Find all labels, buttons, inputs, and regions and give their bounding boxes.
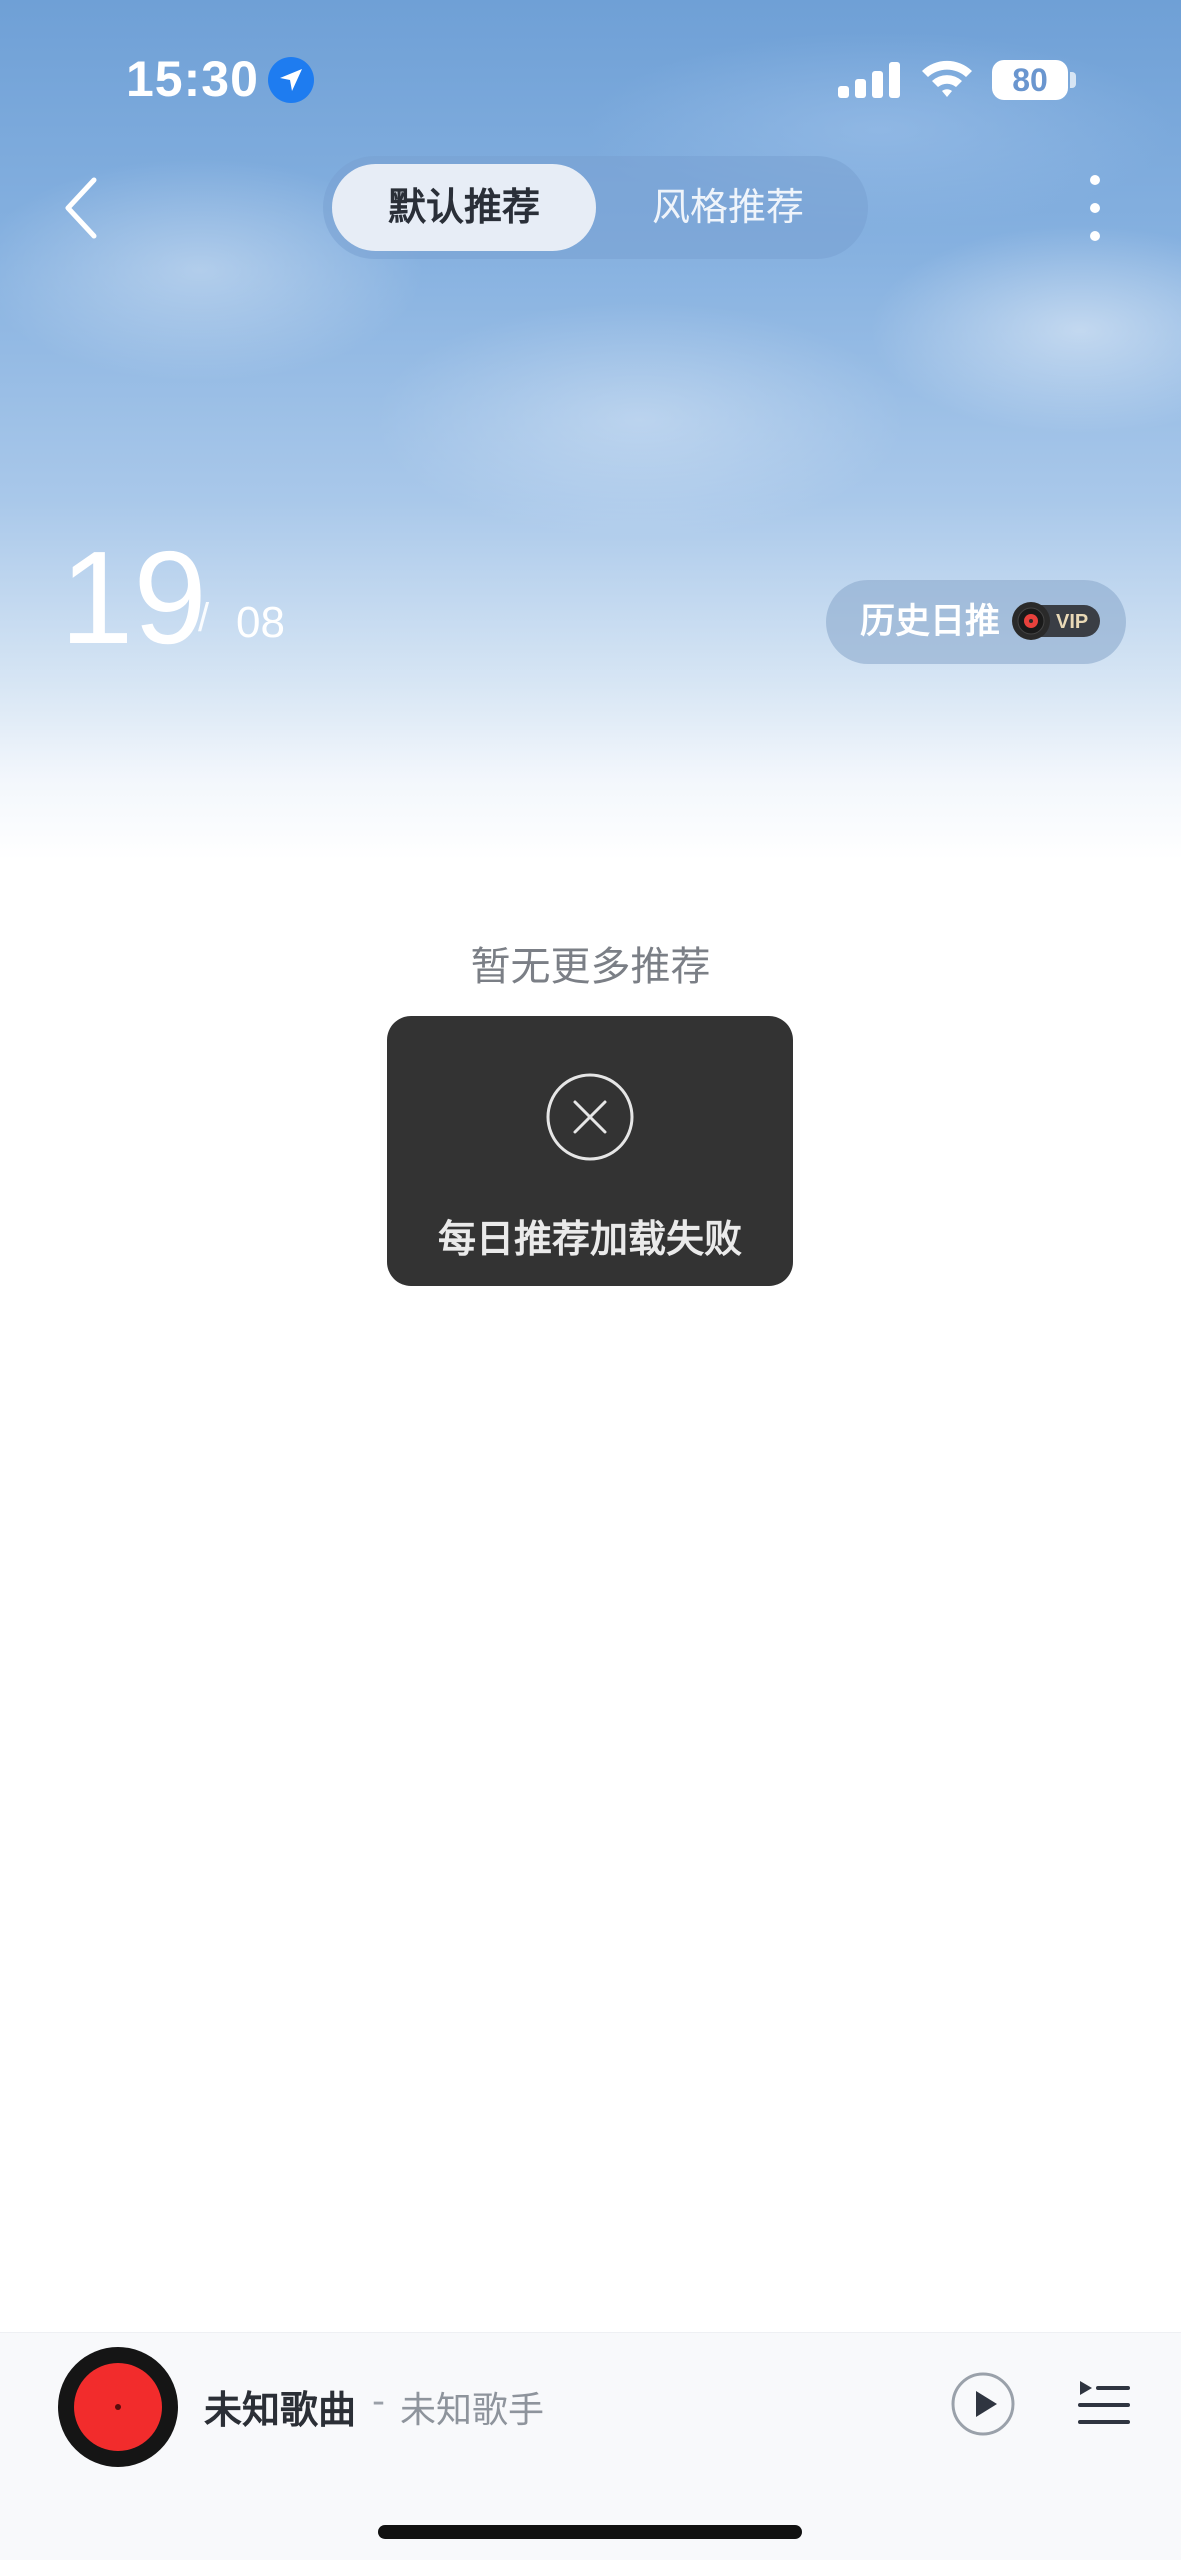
battery-indicator: 80 <box>992 60 1068 100</box>
play-button[interactable] <box>950 2371 1016 2437</box>
date-day: 19 <box>60 524 207 671</box>
sky-background <box>0 0 1181 900</box>
error-toast: 每日推荐加载失败 <box>387 1016 793 1286</box>
back-button[interactable] <box>56 170 116 246</box>
toast-message: 每日推荐加载失败 <box>437 1217 742 1261</box>
playlist-button[interactable] <box>1076 2377 1132 2433</box>
home-indicator[interactable] <box>378 2525 802 2539</box>
song-separator: - <box>372 2381 385 2422</box>
location-arrow-icon <box>268 57 314 103</box>
vip-vinyl-badge: VIP <box>1012 602 1100 640</box>
empty-recommend-message: 暂无更多推荐 <box>470 944 711 990</box>
recommend-tab-switch: 默认推荐 风格推荐 <box>323 156 868 259</box>
disc-hole <box>115 2404 121 2410</box>
disc-label <box>74 2363 162 2451</box>
wifi-icon <box>922 60 972 97</box>
date-separator: / <box>198 596 210 640</box>
cellular-signal-icon <box>838 62 900 98</box>
date-month: 08 <box>236 598 285 647</box>
history-daily-label: 历史日推 <box>860 602 1001 642</box>
song-artist: 未知歌手 <box>400 2390 545 2431</box>
daily-recommend-screen: 15:30 80 默认推荐 风格推荐 19 / 08 历史日推 VIP 暂无更多… <box>0 0 1181 2560</box>
album-disc[interactable] <box>58 2347 178 2467</box>
close-circle-icon <box>546 1073 634 1161</box>
mini-player[interactable]: 未知歌曲 - 未知歌手 <box>0 2332 1181 2560</box>
vip-badge-text: VIP <box>1056 611 1088 633</box>
battery-nub <box>1070 72 1076 88</box>
tab-style-recommend[interactable]: 风格推荐 <box>603 164 853 251</box>
tab-default-recommend[interactable]: 默认推荐 <box>332 164 596 251</box>
status-time: 15:30 <box>126 51 259 107</box>
more-options-button[interactable] <box>1080 170 1110 246</box>
song-title: 未知歌曲 <box>204 2388 357 2432</box>
history-daily-button[interactable]: 历史日推 VIP <box>826 580 1126 664</box>
